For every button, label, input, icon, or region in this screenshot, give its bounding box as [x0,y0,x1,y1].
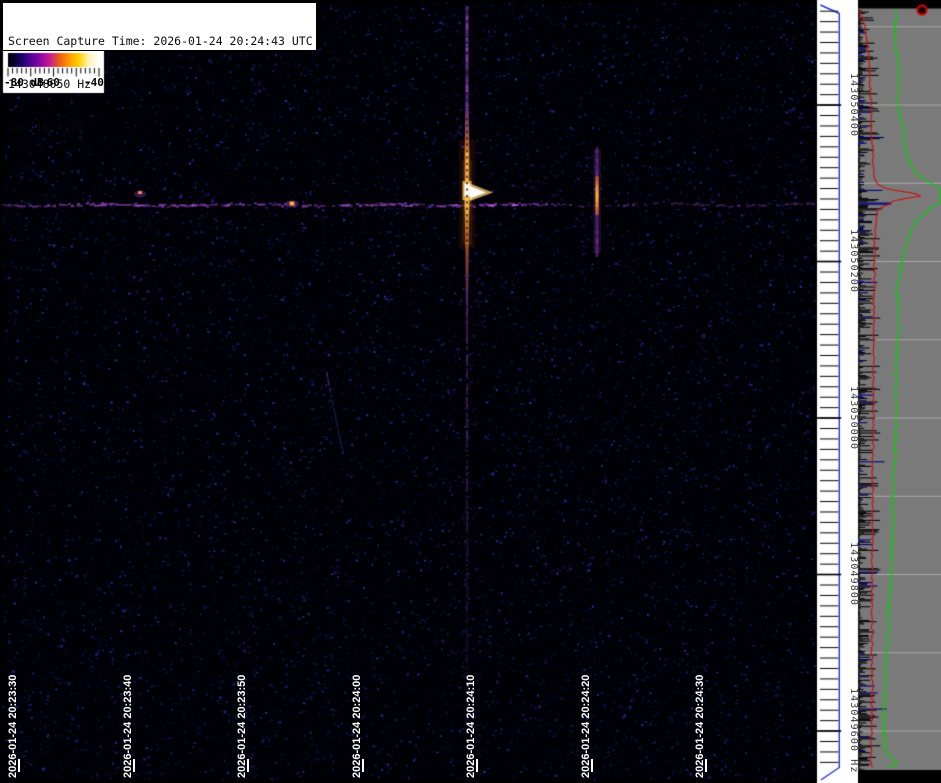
freq-axis-label: 143050200 [847,229,859,329]
colorbar-labels: -80 dB -60 -40 [3,76,104,92]
config-text: Config = V8 [8,120,316,134]
app-window: Screen Capture Time: 2026-01-24 20:24:43… [0,0,941,783]
colorbar-min-label: -80 dB [4,76,44,89]
time-axis-label: 2026-01-24 20:24:30 [694,654,706,778]
freq-axis-label: 143050000 [847,386,859,486]
colorbar-mid-label: -60 [40,76,60,89]
time-axis-label: 2026-01-24 20:24:00 [351,654,363,778]
capture-info-box: Screen Capture Time: 2026-01-24 20:24:43… [2,2,317,51]
time-tick-mark [247,759,249,772]
capture-time-text: Screen Capture Time: 2026-01-24 20:24:43… [8,34,316,48]
time-axis-label: 2026-01-24 20:23:40 [122,654,134,778]
freq-axis-label: 143049800 [847,542,859,642]
time-tick-mark [18,759,20,772]
time-tick-mark [591,759,593,772]
time-axis-label: 2026-01-24 20:23:30 [7,654,19,778]
freq-axis-label: 143050400 [847,73,859,173]
time-tick-mark [362,759,364,772]
colorbar-max-label: -40 [84,76,104,89]
time-tick-mark [705,759,707,772]
time-tick-mark [133,759,135,772]
time-axis-label: 2026-01-24 20:24:10 [465,654,477,778]
time-axis-label: 2026-01-24 20:23:50 [236,654,248,778]
freq-axis-label: 143049600 Hz [847,688,859,783]
time-tick-mark [476,759,478,772]
time-axis-label: 2026-01-24 20:24:20 [580,654,592,778]
